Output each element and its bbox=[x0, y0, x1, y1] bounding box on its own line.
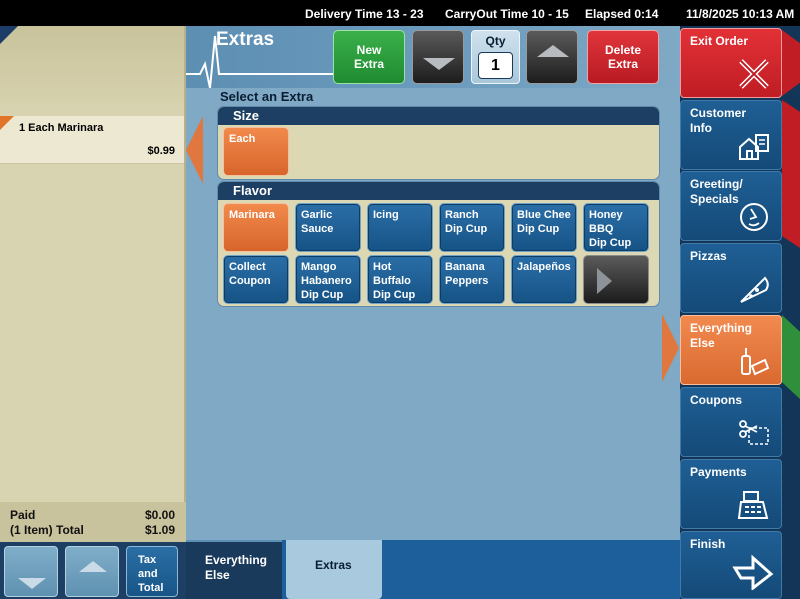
nav-pizzas[interactable]: Pizzas bbox=[680, 243, 782, 313]
tab-extras[interactable]: Extras bbox=[286, 540, 382, 599]
flavor-option-garlic-sauce[interactable]: Garlic Sauce bbox=[295, 203, 361, 252]
selected-flag-icon bbox=[0, 116, 14, 130]
exit-tab-flag bbox=[782, 30, 800, 96]
active-category-pointer-icon bbox=[662, 314, 679, 382]
down-arrow-icon bbox=[18, 578, 46, 589]
next-page-button[interactable] bbox=[583, 255, 649, 304]
flavor-option-collect-coupon[interactable]: Collect Coupon bbox=[223, 255, 289, 304]
flavor-option-honey-bbq[interactable]: Honey BBQ Dip Cup bbox=[583, 203, 649, 252]
cash-register-icon bbox=[737, 491, 769, 519]
select-extra-label: Select an Extra bbox=[220, 89, 314, 104]
greeting-face-icon bbox=[740, 203, 768, 231]
everything-tab-flag bbox=[782, 315, 800, 399]
total-value: $1.09 bbox=[144, 523, 175, 537]
status-bar: Delivery Time 13 - 23 CarryOut Time 10 -… bbox=[0, 0, 800, 26]
paid-value: $0.00 bbox=[144, 508, 175, 522]
total-label: (1 Item) Total bbox=[10, 523, 84, 537]
qty-increase-button[interactable] bbox=[526, 30, 578, 84]
nav-greeting-specials[interactable]: Greeting/ Specials bbox=[680, 171, 782, 241]
paid-label: Paid bbox=[10, 508, 36, 522]
selected-item-pointer-icon bbox=[186, 116, 203, 184]
qty-decrease-button[interactable] bbox=[412, 30, 464, 84]
drink-icon bbox=[741, 348, 770, 376]
date-time: 11/8/2025 10:13 AM bbox=[686, 7, 795, 21]
corner-fold-icon bbox=[0, 26, 18, 44]
finish-arrow-icon bbox=[732, 554, 774, 590]
exit-x-icon bbox=[739, 59, 769, 89]
scroll-down-button[interactable] bbox=[4, 546, 58, 597]
nav-exit-order[interactable]: Exit Order bbox=[680, 28, 782, 98]
category-nav: Exit Order Customer Info Greeting/ Speci… bbox=[680, 26, 800, 599]
nav-finish[interactable]: Finish bbox=[680, 531, 782, 599]
customer-house-icon bbox=[739, 134, 769, 160]
nav-everything-else[interactable]: Everything Else bbox=[680, 315, 782, 385]
down-arrow-icon bbox=[423, 58, 455, 70]
qty-field[interactable]: 1 bbox=[478, 52, 513, 79]
quantity-box: Qty 1 bbox=[471, 30, 520, 84]
up-arrow-icon bbox=[79, 561, 107, 572]
delivery-time: Delivery Time 13 - 23 bbox=[305, 7, 424, 21]
nav-payments[interactable]: Payments bbox=[680, 459, 782, 529]
flavor-option-mango-habanero[interactable]: Mango Habanero Dip Cup bbox=[295, 255, 361, 304]
nav-customer-info[interactable]: Customer Info bbox=[680, 100, 782, 170]
nav-coupons[interactable]: Coupons bbox=[680, 387, 782, 457]
flavor-group-title: Flavor bbox=[218, 182, 659, 200]
flavor-option-marinara[interactable]: Marinara bbox=[223, 203, 289, 252]
size-group: Size Each bbox=[217, 106, 660, 180]
pizza-slice-icon bbox=[740, 276, 769, 303]
customer-tab-flag bbox=[782, 100, 800, 248]
order-nav-bar: Tax and Total bbox=[0, 542, 186, 599]
bottom-tab-bar: Everything Else Extras bbox=[186, 540, 680, 599]
scroll-up-button[interactable] bbox=[65, 546, 119, 597]
order-totals: Paid $0.00 (1 Item) Total $1.09 bbox=[0, 502, 186, 542]
tax-and-total-button[interactable]: Tax and Total bbox=[126, 546, 178, 597]
up-arrow-icon bbox=[537, 45, 569, 57]
flavor-option-ranch[interactable]: Ranch Dip Cup bbox=[439, 203, 505, 252]
delete-extra-button[interactable]: Delete Extra bbox=[587, 30, 659, 84]
flavor-option-banana-peppers[interactable]: Banana Peppers bbox=[439, 255, 505, 304]
size-group-title: Size bbox=[218, 107, 659, 125]
flavor-group: Flavor Marinara Garlic Sauce Icing Ranch… bbox=[217, 181, 660, 307]
order-header bbox=[0, 26, 186, 116]
flavor-option-icing[interactable]: Icing bbox=[367, 203, 433, 252]
order-item-price: $0.99 bbox=[147, 145, 175, 157]
size-option-each[interactable]: Each bbox=[223, 127, 289, 176]
page-title: Extras bbox=[216, 29, 275, 50]
flavor-option-jalapenos[interactable]: Jalapeños bbox=[511, 255, 577, 304]
right-arrow-icon bbox=[597, 268, 612, 294]
order-line-item[interactable]: 1 Each Marinara $0.99 bbox=[0, 116, 186, 164]
qty-label: Qty bbox=[485, 34, 506, 48]
new-extra-button[interactable]: New Extra bbox=[333, 30, 405, 84]
extras-panel: Extras New Extra Qty 1 Delete Extra Sele… bbox=[186, 26, 680, 540]
scissors-coupon-icon bbox=[739, 420, 769, 445]
carryout-time: CarryOut Time 10 - 15 bbox=[445, 7, 569, 21]
elapsed-time: Elapsed 0:14 bbox=[585, 7, 659, 21]
flavor-option-blue-cheese[interactable]: Blue Chee Dip Cup bbox=[511, 203, 577, 252]
flavor-option-hot-buffalo[interactable]: Hot Buffalo Dip Cup bbox=[367, 255, 433, 304]
order-panel: 1 Each Marinara $0.99 bbox=[0, 26, 186, 502]
tab-everything-else[interactable]: Everything Else bbox=[186, 540, 282, 599]
order-item-name: 1 Each Marinara bbox=[19, 122, 104, 134]
